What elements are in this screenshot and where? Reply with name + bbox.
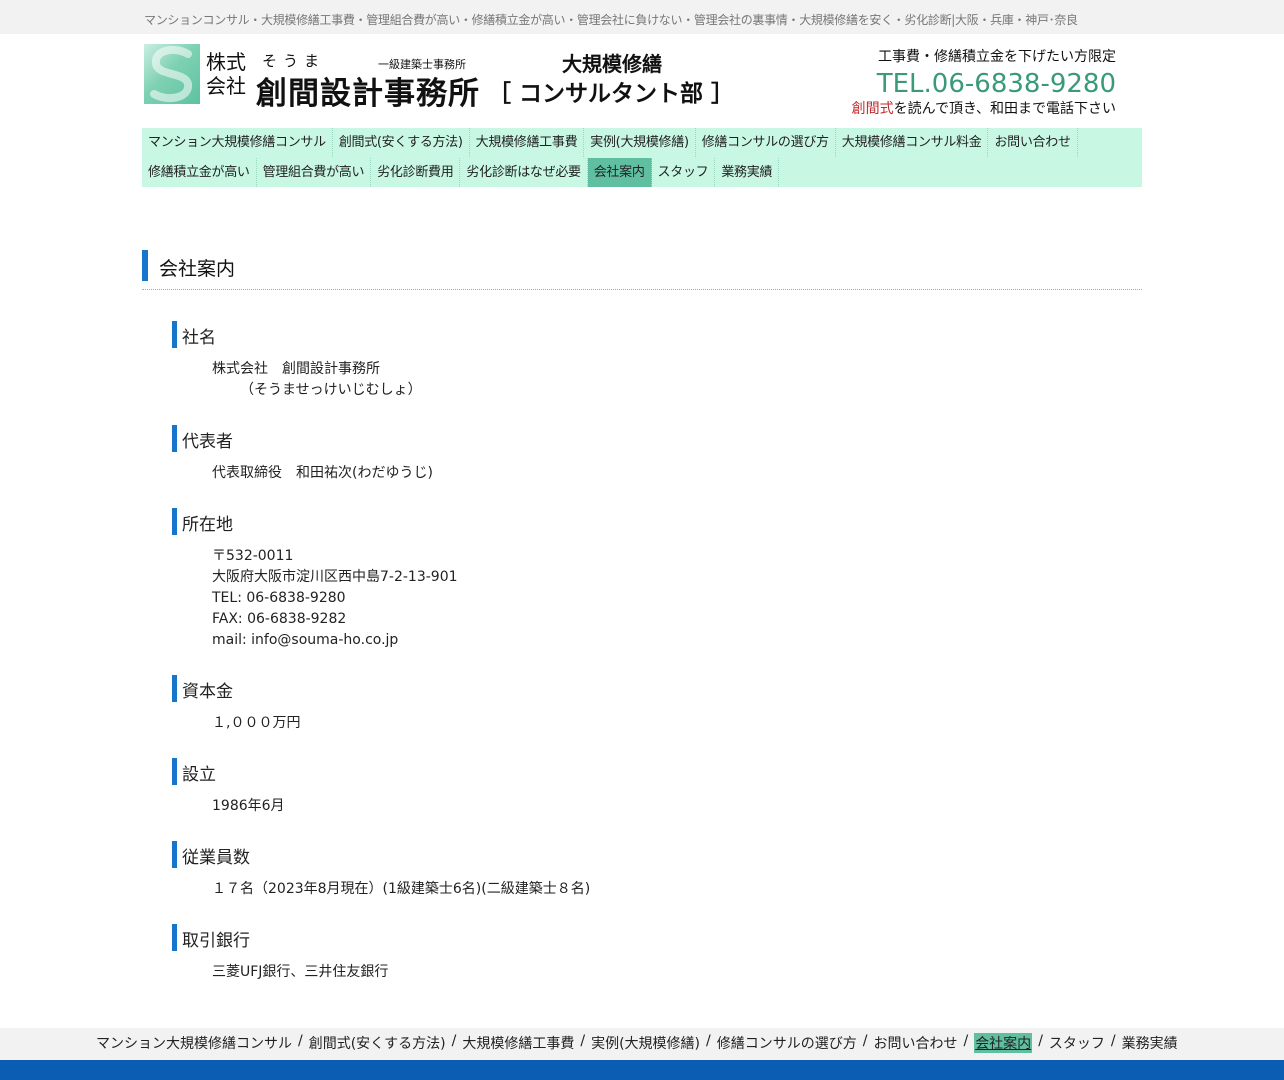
page-title: 会社案内 bbox=[142, 250, 1142, 290]
logo-corp-type: 株式 会社 bbox=[206, 50, 246, 98]
founded-value: 1986年6月 bbox=[212, 798, 285, 814]
section-title: 所在地 bbox=[182, 515, 233, 535]
section-accent bbox=[172, 508, 177, 535]
footer-separator: / bbox=[298, 1033, 303, 1049]
section-title: 社名 bbox=[182, 328, 216, 348]
section-accent bbox=[172, 758, 177, 785]
nav-item-diagnosis-cost[interactable]: 劣化診断費用 bbox=[371, 158, 461, 187]
capital-value: １,０００万円 bbox=[212, 715, 301, 731]
footer-separator: / bbox=[580, 1033, 586, 1049]
section-accent bbox=[172, 675, 177, 702]
logo-kaisha: 会社 bbox=[206, 74, 246, 98]
contact-target-text: 工事費・修繕積立金を下げたい方限定 bbox=[878, 49, 1116, 65]
section-title: 代表者 bbox=[182, 432, 233, 452]
section-title: 取引銀行 bbox=[182, 931, 250, 951]
footer-link-examples[interactable]: 実例(大規模修繕) bbox=[591, 1033, 700, 1053]
bank-value: 三菱UFJ銀行、三井住友銀行 bbox=[212, 964, 389, 980]
site-footer bbox=[0, 1060, 1284, 1080]
page-title-accent bbox=[142, 250, 148, 281]
section-body: 代表取締役 和田祐次(わだゆうじ) bbox=[212, 463, 433, 484]
section-accent bbox=[172, 841, 177, 868]
footer-separator: / bbox=[1110, 1033, 1116, 1049]
nav-item-construction-cost[interactable]: 大規模修繕工事費 bbox=[470, 128, 585, 157]
logo-kabushiki: 株式 bbox=[206, 50, 246, 74]
section-body: 株式会社 創間設計事務所 （そうませっけいじむしょ） bbox=[212, 359, 422, 401]
nav-item-company[interactable]: 会社案内 bbox=[587, 158, 652, 187]
logo-company-name: 創間設計事務所 bbox=[256, 76, 480, 112]
nav-item-contact[interactable]: お問い合わせ bbox=[988, 128, 1078, 157]
footer-link-contact[interactable]: お問い合わせ bbox=[873, 1033, 957, 1053]
company-name-value: 株式会社 創間設計事務所 bbox=[212, 361, 380, 377]
employees-value: １７名（2023年8月現在）(1級建築士6名)(二級建築士８名) bbox=[212, 881, 591, 897]
nav-item-examples[interactable]: 実例(大規模修繕) bbox=[584, 128, 696, 157]
contact-instruction-rest: を読んで頂き、和田まで電話下さい bbox=[893, 101, 1116, 117]
nav-item-management-fee[interactable]: 管理組合費が高い bbox=[257, 158, 372, 187]
footer-separator: / bbox=[862, 1033, 868, 1049]
section-body: 三菱UFJ銀行、三井住友銀行 bbox=[212, 962, 388, 983]
footer-link-achievements[interactable]: 業務実績 bbox=[1122, 1033, 1178, 1053]
footer-separator: / bbox=[963, 1033, 969, 1049]
address-fax: FAX: 06-6838-9282 bbox=[212, 611, 347, 627]
header-contact: 工事費・修繕積立金を下げたい方限定 TEL.06-6838-9280 創間式を読… bbox=[852, 46, 1116, 118]
logo-service: 大規模修繕 bbox=[562, 52, 662, 76]
logo-s-mark-icon bbox=[144, 44, 200, 104]
section-body: １７名（2023年8月現在）(1級建築士6名)(二級建築士８名) bbox=[212, 879, 590, 900]
global-nav-row-2: 修繕積立金が高い 管理組合費が高い 劣化診断費用 劣化診断はなぜ必要 会社案内 … bbox=[142, 158, 780, 187]
section-body: 〒532-0011 大阪府大阪市淀川区西中島7-2-13-901 TEL: 06… bbox=[212, 546, 458, 651]
contact-instruction: 創間式を読んで頂き、和田まで電話下さい bbox=[852, 98, 1116, 118]
logo-department: ［ コンサルタント部 ］ bbox=[488, 81, 735, 107]
section-body: 1986年6月 bbox=[212, 796, 285, 817]
nav-item-souma-method[interactable]: 創間式(安くする方法) bbox=[333, 128, 470, 157]
section-title: 従業員数 bbox=[182, 848, 250, 868]
section-accent bbox=[172, 924, 177, 951]
nav-item-why-diagnosis[interactable]: 劣化診断はなぜ必要 bbox=[460, 158, 588, 187]
footer-link-souma-method[interactable]: 創間式(安くする方法) bbox=[309, 1033, 446, 1053]
footer-separator: / bbox=[451, 1033, 457, 1049]
footer-separator: / bbox=[706, 1033, 711, 1049]
global-nav-row-1: マンション大規模修繕コンサル 創間式(安くする方法) 大規模修繕工事費 実例(大… bbox=[142, 128, 1078, 157]
top-keyword-text: マンションコンサル・大規模修繕工事費・管理組合費が高い・修繕積立金が高い・管理会… bbox=[144, 13, 1078, 27]
footer-link-construction-cost[interactable]: 大規模修繕工事費 bbox=[462, 1033, 574, 1053]
footer-link-staff[interactable]: スタッフ bbox=[1049, 1033, 1105, 1053]
section-title: 資本金 bbox=[182, 682, 233, 702]
nav-item-staff[interactable]: スタッフ bbox=[652, 158, 716, 187]
address-mail: mail: info@souma-ho.co.jp bbox=[212, 632, 399, 648]
contact-phone[interactable]: TEL.06-6838-9280 bbox=[852, 70, 1116, 98]
section-accent bbox=[172, 425, 177, 452]
nav-item-consul-fee[interactable]: 大規模修繕コンサル料金 bbox=[836, 128, 989, 157]
footer-link-company[interactable]: 会社案内 bbox=[974, 1033, 1033, 1053]
site-logo[interactable]: 株式 会社 そうま 一級建築士事務所 創間設計事務所 大規模修繕 ［ コンサルタ… bbox=[144, 44, 744, 112]
nav-item-choose-consultant[interactable]: 修繕コンサルの選び方 bbox=[696, 128, 836, 157]
footer-nav: マンション大規模修繕コンサル / 創間式(安くする方法) / 大規模修繕工事費 … bbox=[0, 1028, 1284, 1060]
section-title: 設立 bbox=[182, 765, 216, 785]
section-body: １,０００万円 bbox=[212, 713, 300, 734]
address-tel: TEL: 06-6838-9280 bbox=[212, 590, 346, 606]
section-accent bbox=[172, 321, 177, 348]
address-street: 大阪府大阪市淀川区西中島7-2-13-901 bbox=[212, 569, 458, 585]
footer-link-mansion-consul[interactable]: マンション大規模修繕コンサル bbox=[96, 1033, 292, 1053]
representative-value: 代表取締役 和田祐次(わだゆうじ) bbox=[212, 465, 433, 481]
souma-method-link[interactable]: 創間式 bbox=[852, 101, 894, 117]
global-nav: マンション大規模修繕コンサル 創間式(安くする方法) 大規模修繕工事費 実例(大… bbox=[142, 128, 1142, 187]
nav-item-achievements[interactable]: 業務実績 bbox=[715, 158, 780, 187]
address-zip: 〒532-0011 bbox=[212, 548, 294, 564]
nav-item-reserve-fund[interactable]: 修繕積立金が高い bbox=[142, 158, 257, 187]
top-keyword-strip: マンションコンサル・大規模修繕工事費・管理組合費が高い・修繕積立金が高い・管理会… bbox=[0, 0, 1284, 34]
footer-link-choose-consultant[interactable]: 修繕コンサルの選び方 bbox=[717, 1033, 857, 1053]
nav-item-mansion-consul[interactable]: マンション大規模修繕コンサル bbox=[142, 128, 333, 157]
footer-nav-links: マンション大規模修繕コンサル / 創間式(安くする方法) / 大規模修繕工事費 … bbox=[96, 1033, 1178, 1053]
footer-separator: / bbox=[1038, 1033, 1043, 1049]
company-name-reading: （そうませっけいじむしょ） bbox=[240, 382, 422, 398]
page-title-text: 会社案内 bbox=[159, 258, 236, 280]
